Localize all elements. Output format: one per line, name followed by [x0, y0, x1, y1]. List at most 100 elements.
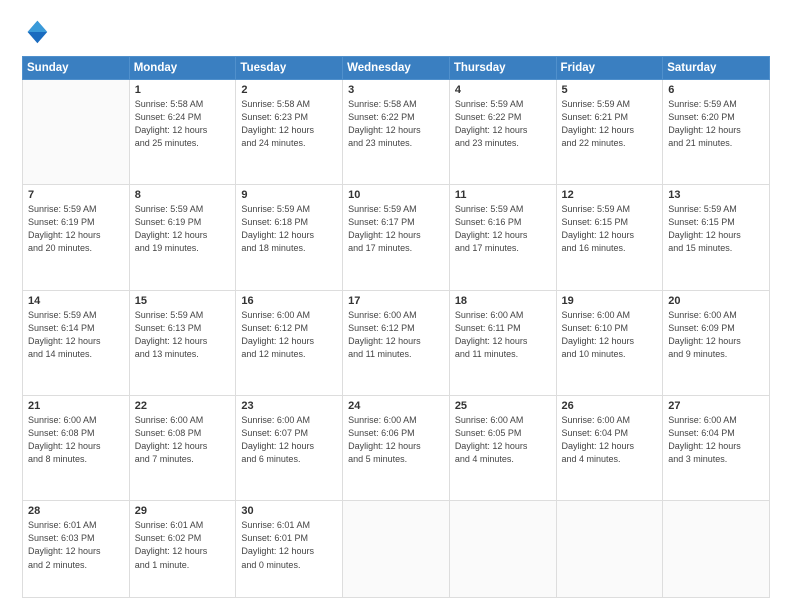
cell-line: Sunset: 6:15 PM: [562, 216, 658, 229]
day-number: 8: [135, 189, 231, 201]
logo-icon: [22, 18, 50, 46]
cell-info: Sunrise: 5:59 AMSunset: 6:16 PMDaylight:…: [455, 203, 551, 255]
cell-line: Sunset: 6:02 PM: [135, 532, 231, 545]
cell-line: Daylight: 12 hours: [28, 440, 124, 453]
cell-line: and 21 minutes.: [668, 137, 764, 150]
day-number: 26: [562, 400, 658, 412]
cell-line: Sunrise: 6:00 AM: [241, 309, 337, 322]
cell-line: Sunset: 6:24 PM: [135, 111, 231, 124]
cell-line: and 17 minutes.: [455, 242, 551, 255]
cell-line: Sunset: 6:22 PM: [348, 111, 444, 124]
weekday-header-saturday: Saturday: [663, 57, 770, 80]
day-number: 16: [241, 295, 337, 307]
calendar-cell: 29 Sunrise: 6:01 AMSunset: 6:02 PMDayligh…: [129, 501, 236, 598]
day-number: 29: [135, 505, 231, 517]
day-number: 25: [455, 400, 551, 412]
cell-line: Sunset: 6:05 PM: [455, 427, 551, 440]
day-number: 7: [28, 189, 124, 201]
calendar-cell: 12Sunrise: 5:59 AMSunset: 6:15 PMDayligh…: [556, 185, 663, 290]
logo: [22, 18, 56, 46]
cell-info: Sunrise: 6:00 AMSunset: 6:07 PMDaylight:…: [241, 414, 337, 466]
cell-line: Sunset: 6:04 PM: [668, 427, 764, 440]
cell-line: Daylight: 12 hours: [348, 335, 444, 348]
cell-line: Sunset: 6:15 PM: [668, 216, 764, 229]
cell-info: Sunrise: 5:59 AMSunset: 6:17 PMDaylight:…: [348, 203, 444, 255]
calendar-week-0: 1 Sunrise: 5:58 AMSunset: 6:24 PMDaylight…: [23, 80, 770, 185]
weekday-header-tuesday: Tuesday: [236, 57, 343, 80]
cell-line: Daylight: 12 hours: [28, 545, 124, 558]
cell-info: Sunrise: 6:00 AMSunset: 6:12 PMDaylight:…: [241, 309, 337, 361]
cell-line: Sunrise: 5:59 AM: [135, 203, 231, 216]
cell-line: Daylight: 12 hours: [241, 229, 337, 242]
day-number: 1: [135, 84, 231, 96]
day-number: 22: [135, 400, 231, 412]
calendar-cell: 8Sunrise: 5:59 AMSunset: 6:19 PMDaylight…: [129, 185, 236, 290]
calendar-week-3: 21Sunrise: 6:00 AMSunset: 6:08 PMDayligh…: [23, 396, 770, 501]
cell-line: and 17 minutes.: [348, 242, 444, 255]
calendar-cell: 7Sunrise: 5:59 AMSunset: 6:19 PMDaylight…: [23, 185, 130, 290]
cell-line: and 2 minutes.: [28, 559, 124, 572]
cell-info: Sunrise: 5:58 AMSunset: 6:23 PMDaylight:…: [241, 98, 337, 150]
cell-line: and 22 minutes.: [562, 137, 658, 150]
cell-info: Sunrise: 6:00 AMSunset: 6:05 PMDaylight:…: [455, 414, 551, 466]
cell-line: Sunrise: 5:59 AM: [668, 203, 764, 216]
cell-line: and 6 minutes.: [241, 453, 337, 466]
cell-line: and 19 minutes.: [135, 242, 231, 255]
cell-line: Sunrise: 6:00 AM: [348, 414, 444, 427]
calendar-cell: 14Sunrise: 5:59 AMSunset: 6:14 PMDayligh…: [23, 290, 130, 395]
cell-info: Sunrise: 6:00 AMSunset: 6:09 PMDaylight:…: [668, 309, 764, 361]
calendar-table: SundayMondayTuesdayWednesdayThursdayFrid…: [22, 56, 770, 598]
cell-line: Sunset: 6:14 PM: [28, 322, 124, 335]
cell-info: Sunrise: 5:59 AMSunset: 6:14 PMDaylight:…: [28, 309, 124, 361]
cell-info: Sunrise: 5:59 AMSunset: 6:15 PMDaylight:…: [562, 203, 658, 255]
cell-info: Sunrise: 5:58 AMSunset: 6:24 PMDaylight:…: [135, 98, 231, 150]
cell-line: and 12 minutes.: [241, 348, 337, 361]
page: SundayMondayTuesdayWednesdayThursdayFrid…: [0, 0, 792, 612]
cell-line: Sunset: 6:17 PM: [348, 216, 444, 229]
day-number: 5: [562, 84, 658, 96]
day-number: 19: [562, 295, 658, 307]
cell-line: Sunrise: 5:59 AM: [455, 98, 551, 111]
cell-line: Daylight: 12 hours: [135, 545, 231, 558]
cell-line: Sunset: 6:08 PM: [28, 427, 124, 440]
day-number: 24: [348, 400, 444, 412]
cell-line: Sunrise: 6:00 AM: [455, 309, 551, 322]
cell-line: Sunset: 6:16 PM: [455, 216, 551, 229]
day-number: 13: [668, 189, 764, 201]
calendar-cell: 26Sunrise: 6:00 AMSunset: 6:04 PMDayligh…: [556, 396, 663, 501]
cell-line: Sunset: 6:01 PM: [241, 532, 337, 545]
cell-line: and 10 minutes.: [562, 348, 658, 361]
cell-line: Daylight: 12 hours: [135, 335, 231, 348]
cell-line: Sunrise: 5:59 AM: [348, 203, 444, 216]
cell-info: Sunrise: 6:00 AMSunset: 6:12 PMDaylight:…: [348, 309, 444, 361]
cell-info: Sunrise: 5:59 AMSunset: 6:20 PMDaylight:…: [668, 98, 764, 150]
cell-line: and 15 minutes.: [668, 242, 764, 255]
cell-line: Sunset: 6:07 PM: [241, 427, 337, 440]
cell-line: Sunset: 6:13 PM: [135, 322, 231, 335]
cell-line: Daylight: 12 hours: [455, 229, 551, 242]
cell-line: Sunrise: 6:01 AM: [135, 519, 231, 532]
cell-line: and 13 minutes.: [135, 348, 231, 361]
calendar-cell: 3Sunrise: 5:58 AMSunset: 6:22 PMDaylight…: [343, 80, 450, 185]
day-number: 21: [28, 400, 124, 412]
cell-line: Sunrise: 5:59 AM: [455, 203, 551, 216]
cell-line: Sunrise: 5:58 AM: [241, 98, 337, 111]
cell-line: Sunrise: 5:59 AM: [668, 98, 764, 111]
calendar-cell: 13Sunrise: 5:59 AMSunset: 6:15 PMDayligh…: [663, 185, 770, 290]
cell-line: and 4 minutes.: [455, 453, 551, 466]
cell-line: and 16 minutes.: [562, 242, 658, 255]
cell-line: Sunset: 6:22 PM: [455, 111, 551, 124]
cell-line: and 8 minutes.: [28, 453, 124, 466]
day-number: 11: [455, 189, 551, 201]
cell-line: Sunrise: 6:00 AM: [28, 414, 124, 427]
cell-line: and 18 minutes.: [241, 242, 337, 255]
calendar-week-2: 14Sunrise: 5:59 AMSunset: 6:14 PMDayligh…: [23, 290, 770, 395]
cell-line: Daylight: 12 hours: [562, 335, 658, 348]
day-number: 9: [241, 189, 337, 201]
cell-line: Daylight: 12 hours: [135, 229, 231, 242]
calendar-week-1: 7Sunrise: 5:59 AMSunset: 6:19 PMDaylight…: [23, 185, 770, 290]
cell-info: Sunrise: 6:01 AMSunset: 6:02 PMDaylight:…: [135, 519, 231, 571]
calendar-cell: 9Sunrise: 5:59 AMSunset: 6:18 PMDaylight…: [236, 185, 343, 290]
day-number: 20: [668, 295, 764, 307]
calendar-cell: [343, 501, 450, 598]
